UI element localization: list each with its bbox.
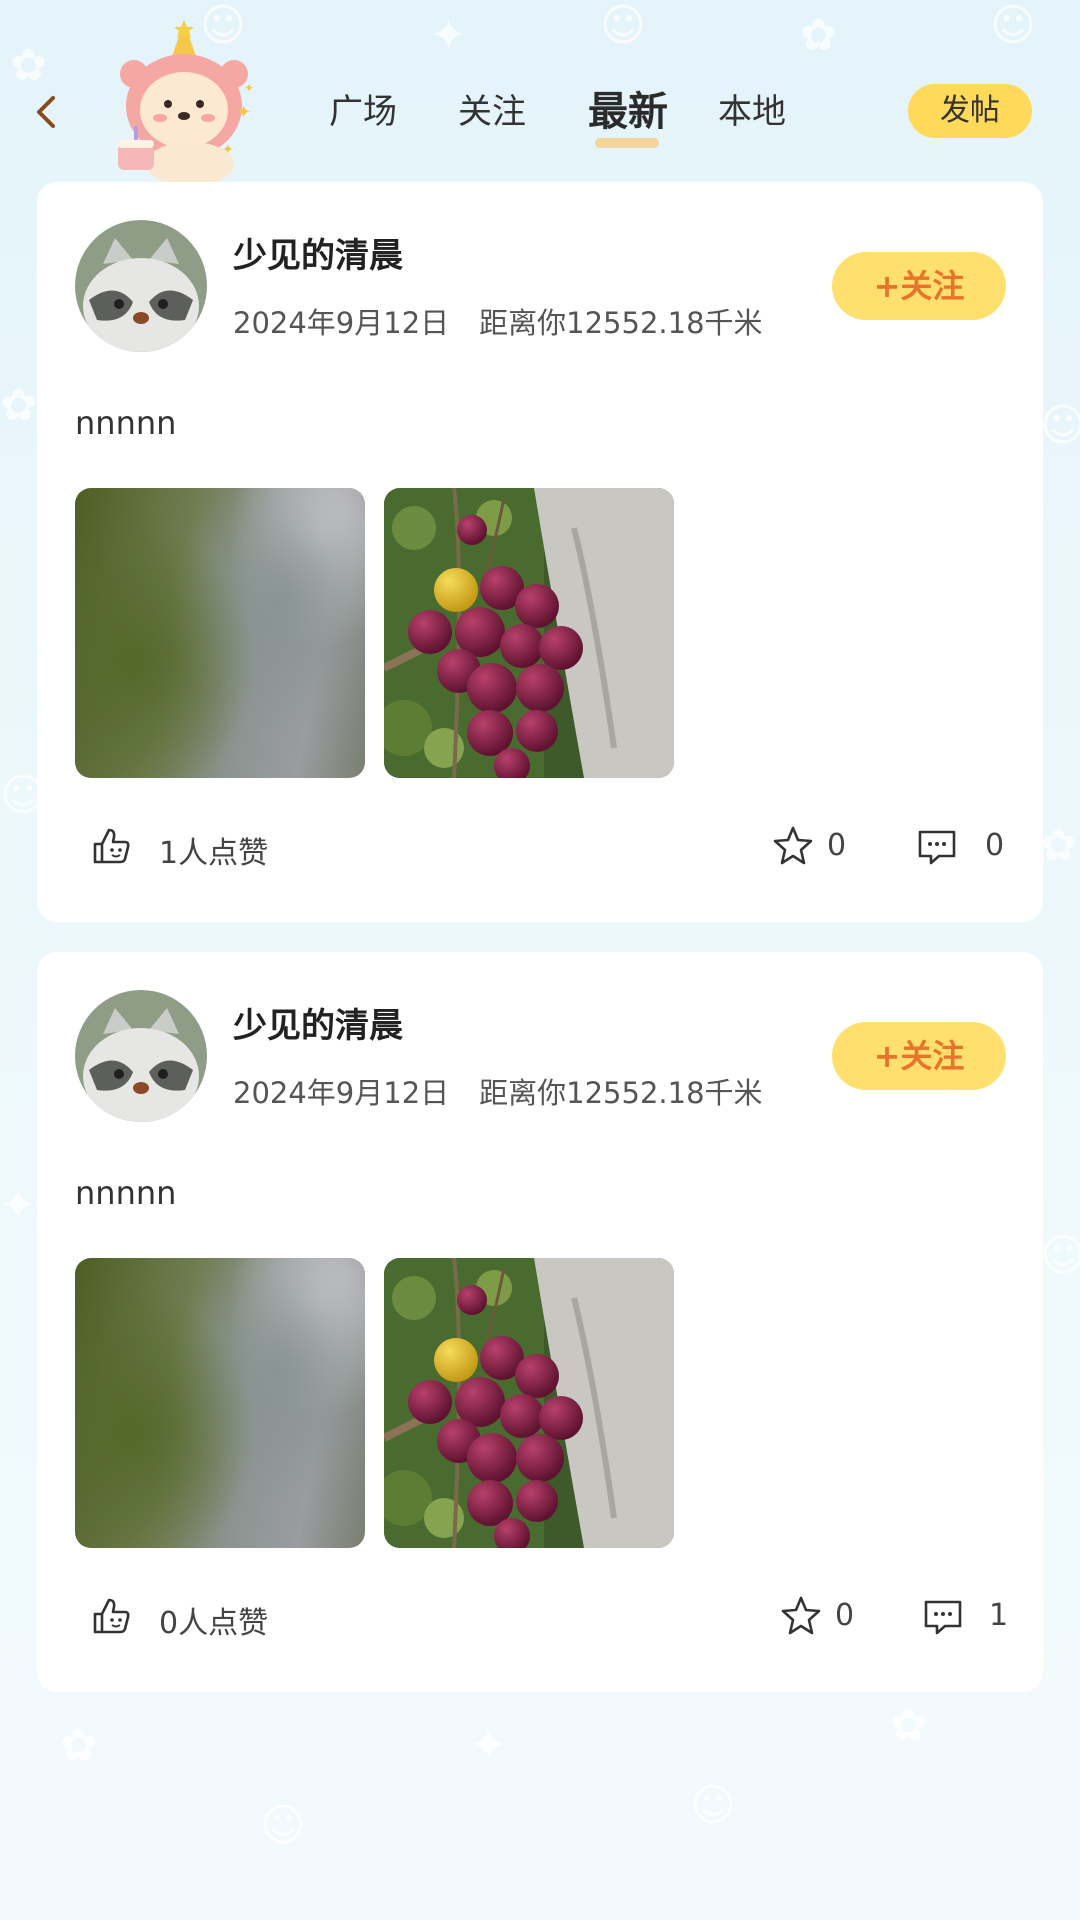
post-meta: 2024年9月12日 距离你12552.18千米	[233, 300, 763, 342]
mascot-dog-illustration: ✦ ✦ ✦	[118, 20, 254, 182]
star-icon[interactable]	[779, 1594, 823, 1638]
post-photo-berries[interactable]	[384, 1258, 674, 1548]
comment-icon[interactable]	[921, 1594, 965, 1638]
favorite-count: 0	[835, 1598, 855, 1633]
post-distance: 距离你12552.18千米	[479, 1076, 763, 1110]
active-tab-indicator	[595, 138, 659, 148]
tab-local[interactable]: 本地	[712, 88, 792, 136]
thumbs-up-icon[interactable]	[89, 824, 133, 868]
top-bar: ✦ ✦ ✦ 广场 关注 最新 本地 发帖	[0, 0, 1080, 182]
post-actions: 1人点赞 0 0	[37, 822, 1043, 882]
comment-count: 0	[985, 828, 1005, 863]
svg-text:✦: ✦	[236, 102, 251, 123]
post-distance: 距离你12552.18千米	[479, 306, 763, 340]
like-count-text: 1人点赞	[159, 836, 269, 871]
avatar[interactable]	[75, 220, 207, 352]
post-date: 2024年9月12日	[233, 306, 450, 340]
post-username[interactable]: 少见的清晨	[233, 998, 403, 1047]
post-content: nnnnn	[75, 404, 177, 442]
create-post-button[interactable]: 发帖	[908, 84, 1032, 138]
thumbs-up-icon[interactable]	[89, 1594, 133, 1638]
post-meta: 2024年9月12日 距离你12552.18千米	[233, 1070, 763, 1112]
svg-text:✦: ✦	[244, 81, 254, 95]
raccoon-avatar-icon	[75, 990, 207, 1122]
follow-button[interactable]: +关注	[832, 252, 1006, 320]
avatar[interactable]	[75, 990, 207, 1122]
post-date: 2024年9月12日	[233, 1076, 450, 1110]
comment-count: 1	[989, 1598, 1009, 1633]
favorite-count: 0	[827, 828, 847, 863]
post-photo-blurred[interactable]	[75, 1258, 365, 1548]
post-actions: 0人点赞 0 1	[37, 1592, 1043, 1652]
post-card: 少见的清晨 2024年9月12日距离你12552.18千米 +关注 nnnnn	[37, 952, 1043, 1692]
post-username[interactable]: 少见的清晨	[233, 228, 403, 277]
post-photo-blurred[interactable]	[75, 488, 365, 778]
svg-text:✦: ✦	[222, 142, 234, 158]
chevron-left-icon	[37, 96, 55, 128]
post-content: nnnnn	[75, 1174, 177, 1212]
post-photo-berries[interactable]	[384, 488, 674, 778]
comment-icon[interactable]	[915, 824, 959, 868]
tab-following[interactable]: 关注	[452, 88, 532, 136]
follow-button[interactable]: +关注	[832, 1022, 1006, 1090]
tab-square[interactable]: 广场	[323, 88, 403, 136]
post-card: 少见的清晨 2024年9月12日距离你12552.18千米 +关注 nnnnn	[37, 182, 1043, 922]
tab-latest[interactable]: 最新	[583, 88, 673, 136]
like-count-text: 0人点赞	[159, 1606, 269, 1641]
raccoon-avatar-icon	[75, 220, 207, 352]
back-button[interactable]	[22, 88, 70, 136]
star-icon[interactable]	[771, 824, 815, 868]
